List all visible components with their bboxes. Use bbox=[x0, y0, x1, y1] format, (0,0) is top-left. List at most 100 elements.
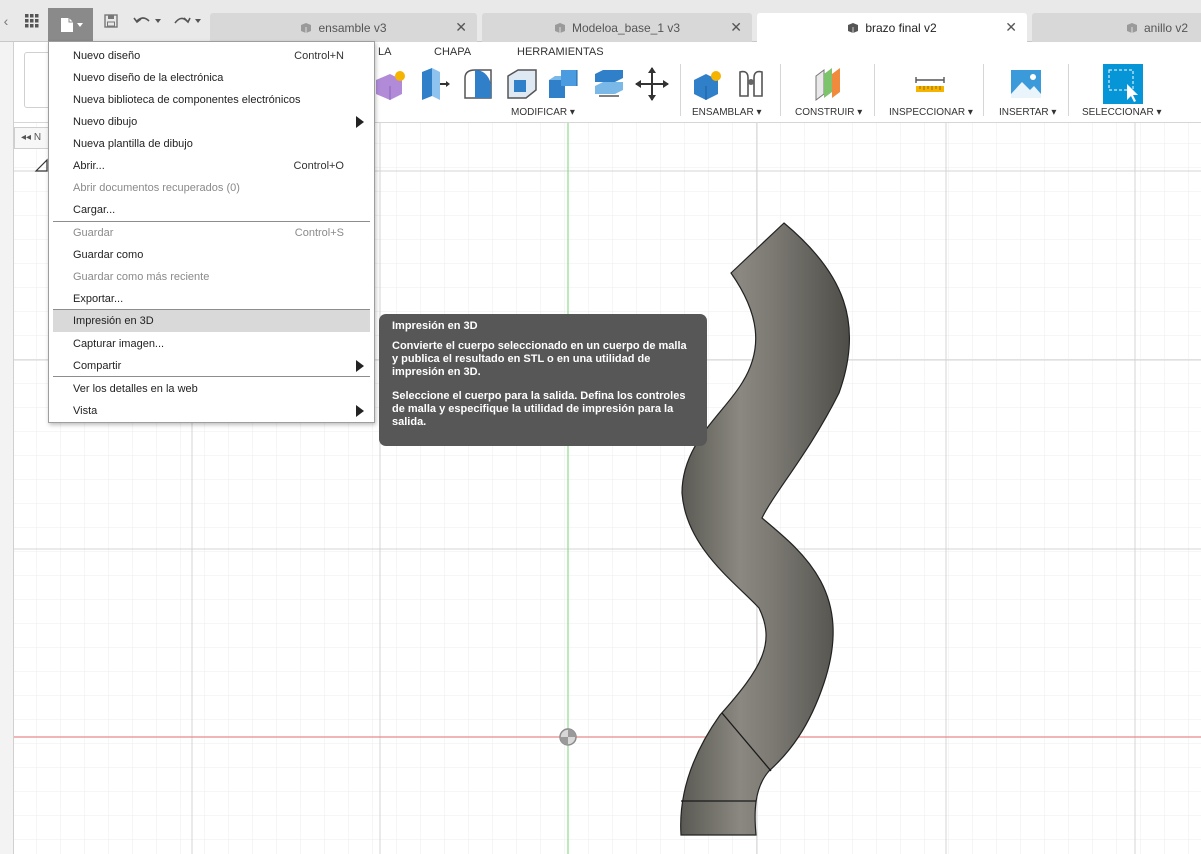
inspeccionar-dropdown[interactable]: INSPECCIONAR ▾ bbox=[889, 107, 973, 118]
seleccionar-dropdown[interactable]: SELECCIONAR ▾ bbox=[1082, 107, 1161, 118]
tooltip-impresion-3d: Impresión en 3D Convierte el cuerpo sele… bbox=[379, 314, 707, 446]
offset-plane-icon[interactable] bbox=[810, 66, 846, 102]
menu-item-label: Vista bbox=[73, 405, 98, 417]
tooltip-title: Impresión en 3D bbox=[392, 320, 478, 332]
file-dropdown-menu: Nuevo diseño Control+N Nuevo diseño de la… bbox=[48, 41, 375, 423]
title-bar: ‹ ensamble v3 ✕ Modeloa_base_1 v3 ✕ braz… bbox=[0, 0, 1201, 42]
ribbon-separator bbox=[874, 64, 875, 116]
tab-ensamble[interactable]: ensamble v3 ✕ bbox=[210, 13, 477, 42]
menu-item-label: Ver los detalles en la web bbox=[73, 383, 198, 395]
menu-item-abrir-recuperados: Abrir documentos recuperados (0) bbox=[53, 177, 370, 199]
joint-icon[interactable] bbox=[734, 66, 770, 102]
component-cube-icon bbox=[1126, 22, 1137, 33]
menu-item-guardar-reciente: Guardar como más reciente bbox=[53, 266, 370, 288]
menu-item-vista[interactable]: Vista bbox=[53, 400, 370, 422]
left-edge-panel bbox=[0, 42, 14, 854]
submenu-arrow-icon bbox=[356, 116, 364, 128]
combine-icon[interactable] bbox=[547, 66, 583, 102]
menu-item-label: Nueva biblioteca de componentes electrón… bbox=[73, 94, 301, 106]
menu-item-nueva-plantilla[interactable]: Nueva plantilla de dibujo bbox=[53, 133, 370, 155]
file-menu-button[interactable] bbox=[48, 8, 93, 41]
component-cube-icon bbox=[848, 22, 859, 33]
collapse-chevron-icon[interactable]: ‹ bbox=[0, 10, 12, 32]
new-component-icon[interactable] bbox=[690, 66, 726, 102]
ribbon-tab-chapa[interactable]: CHAPA bbox=[434, 46, 471, 58]
redo-icon[interactable] bbox=[172, 10, 206, 32]
ribbon-separator bbox=[1068, 64, 1069, 116]
shell-icon[interactable] bbox=[504, 66, 540, 102]
menu-item-compartir[interactable]: Compartir bbox=[53, 355, 370, 377]
menu-item-abrir[interactable]: Abrir... Control+O bbox=[53, 155, 370, 177]
menu-item-label: Abrir documentos recuperados (0) bbox=[73, 182, 240, 194]
menu-item-guardar: Guardar Control+S bbox=[53, 222, 370, 244]
modificar-dropdown[interactable]: MODIFICAR ▾ bbox=[511, 107, 575, 118]
select-tool-icon[interactable] bbox=[1103, 64, 1143, 104]
view-triangle-icon bbox=[34, 158, 48, 172]
tab-close-icon[interactable]: ✕ bbox=[1005, 19, 1017, 36]
menu-item-nueva-biblioteca[interactable]: Nueva biblioteca de componentes electrón… bbox=[53, 89, 370, 111]
menu-item-exportar[interactable]: Exportar... bbox=[53, 288, 370, 310]
menu-item-label: Nueva plantilla de dibujo bbox=[73, 138, 193, 150]
tab-modeloa-base[interactable]: Modeloa_base_1 v3 ✕ bbox=[482, 13, 752, 42]
menu-item-label: Capturar imagen... bbox=[73, 338, 165, 350]
fusion-app-window: ‹ ensamble v3 ✕ Modeloa_base_1 v3 ✕ braz… bbox=[0, 0, 1201, 854]
insertar-dropdown[interactable]: INSERTAR ▾ bbox=[999, 107, 1056, 118]
menu-item-label: Guardar como más reciente bbox=[73, 271, 210, 283]
insert-image-icon[interactable] bbox=[1008, 66, 1044, 102]
menu-separator bbox=[53, 376, 370, 377]
tab-close-icon[interactable]: ✕ bbox=[455, 19, 467, 36]
browser-panel-label: ◂◂ N bbox=[21, 132, 42, 143]
menu-item-label: Nuevo diseño bbox=[73, 50, 141, 62]
tab-close-icon[interactable]: ✕ bbox=[730, 19, 742, 36]
menu-item-shortcut: Control+S bbox=[294, 227, 344, 239]
ribbon-separator bbox=[680, 64, 681, 116]
menu-item-ver-detalles-web[interactable]: Ver los detalles en la web bbox=[53, 378, 370, 400]
submenu-arrow-icon bbox=[356, 405, 364, 417]
submenu-arrow-icon bbox=[356, 360, 364, 372]
menu-item-nuevo-dibujo[interactable]: Nuevo dibujo bbox=[53, 111, 370, 133]
origin-point-icon bbox=[559, 728, 577, 746]
menu-item-label: Guardar bbox=[73, 227, 114, 239]
undo-icon[interactable] bbox=[132, 10, 166, 32]
fillet-icon[interactable] bbox=[461, 66, 497, 102]
menu-item-label: Guardar como bbox=[73, 249, 144, 261]
press-pull-icon[interactable] bbox=[418, 66, 454, 102]
menu-item-nuevo-diseno[interactable]: Nuevo diseño Control+N bbox=[53, 45, 370, 67]
offset-face-icon[interactable] bbox=[591, 66, 627, 102]
menu-item-label: Abrir... bbox=[73, 160, 105, 172]
create-form-icon[interactable] bbox=[372, 66, 408, 102]
tab-label: brazo final v2 bbox=[865, 20, 937, 35]
move-icon[interactable] bbox=[634, 66, 670, 102]
component-cube-icon bbox=[301, 22, 312, 33]
menu-item-label: Nuevo diseño de la electrónica bbox=[73, 72, 224, 84]
data-panel-grid-icon[interactable] bbox=[20, 10, 44, 32]
component-cube-icon bbox=[554, 22, 565, 33]
tab-label: ensamble v3 bbox=[318, 20, 387, 35]
tab-brazo-final[interactable]: brazo final v2 ✕ bbox=[757, 13, 1027, 42]
menu-item-nuevo-diseno-electronica[interactable]: Nuevo diseño de la electrónica bbox=[53, 67, 370, 89]
tab-label: Modeloa_base_1 v3 bbox=[571, 20, 681, 35]
menu-item-guardar-como[interactable]: Guardar como bbox=[53, 244, 370, 266]
menu-item-label: Nuevo dibujo bbox=[73, 116, 138, 128]
tooltip-instructions: Seleccione el cuerpo para la salida. Def… bbox=[392, 390, 686, 428]
file-icon bbox=[60, 17, 83, 32]
ribbon-tab-herramientas[interactable]: HERRAMIENTAS bbox=[517, 46, 604, 58]
menu-item-shortcut: Control+O bbox=[293, 160, 344, 172]
menu-item-shortcut: Control+N bbox=[294, 50, 344, 62]
menu-item-impresion-3d[interactable]: Impresión en 3D bbox=[53, 310, 370, 332]
menu-item-label: Compartir bbox=[73, 360, 122, 372]
tab-anillo[interactable]: anillo v2 bbox=[1032, 13, 1201, 42]
menu-item-label: Impresión en 3D bbox=[73, 315, 154, 327]
ensamblar-dropdown[interactable]: ENSAMBLAR ▾ bbox=[692, 107, 761, 118]
menu-item-cargar[interactable]: Cargar... bbox=[53, 199, 370, 221]
menu-item-capturar-imagen[interactable]: Capturar imagen... bbox=[53, 333, 370, 355]
measure-icon[interactable] bbox=[912, 66, 948, 102]
tab-label: anillo v2 bbox=[1143, 20, 1188, 35]
ribbon-tab-partial[interactable]: LA bbox=[378, 46, 391, 58]
ribbon-separator bbox=[780, 64, 781, 116]
menu-item-label: Exportar... bbox=[73, 293, 124, 305]
save-icon[interactable] bbox=[100, 10, 122, 32]
construir-dropdown[interactable]: CONSTRUIR ▾ bbox=[795, 107, 862, 118]
tooltip-description: Convierte el cuerpo seleccionado en un c… bbox=[392, 340, 687, 378]
menu-item-label: Cargar... bbox=[73, 204, 116, 216]
